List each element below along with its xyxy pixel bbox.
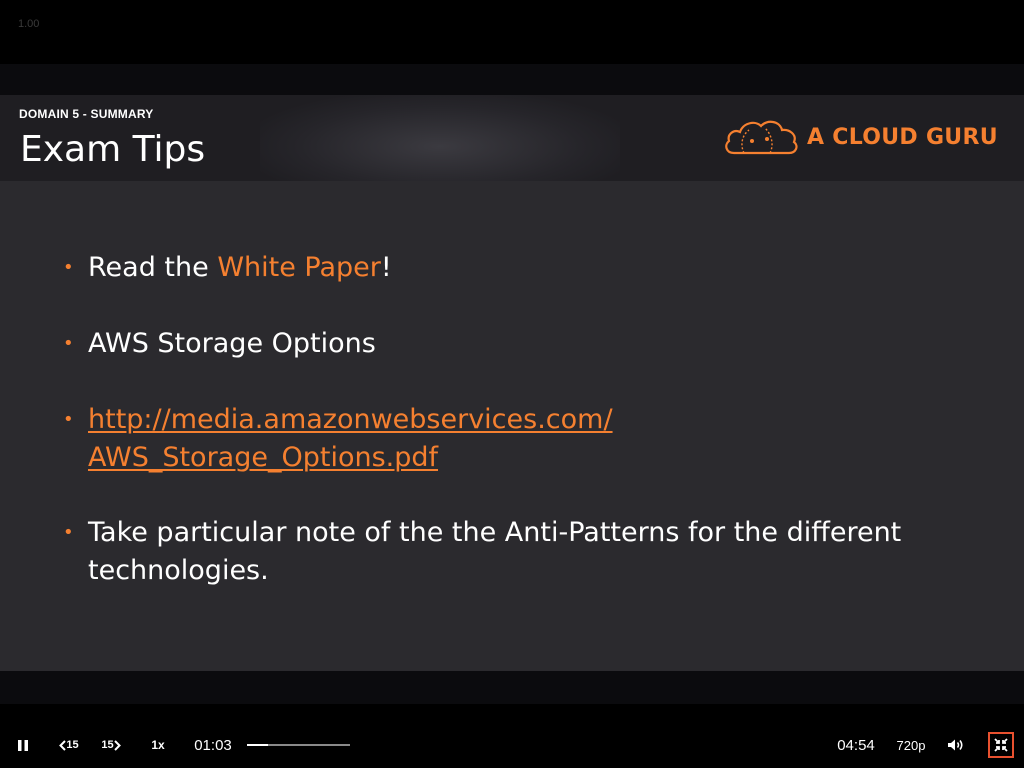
bullet-text-line1: Take particular note of the the Anti-Pat… (88, 517, 902, 548)
bullet-anti-patterns: • Take particular note of the the Anti-P… (63, 514, 968, 590)
slide: DOMAIN 5 - SUMMARY Exam Tips A CLOUD GUR… (0, 95, 1024, 671)
storage-options-link-line1[interactable]: http://media.amazonwebservices.com/ (88, 404, 613, 435)
progress-bar[interactable] (247, 744, 350, 746)
bullet-dot: • (63, 522, 74, 543)
pause-button[interactable] (12, 722, 34, 768)
exit-fullscreen-button[interactable] (988, 722, 1014, 768)
top-bar: 1.00 (0, 0, 1024, 64)
white-paper-highlight: White Paper (217, 252, 381, 283)
bullet-link: • http://media.amazonwebservices.com/ AW… (63, 401, 968, 477)
storage-options-link-line2[interactable]: AWS_Storage_Options.pdf (88, 442, 438, 473)
bullet-text-line2: technologies. (88, 555, 269, 586)
bullet-white-paper: • Read the White Paper! (63, 249, 968, 287)
exit-fullscreen-icon (994, 738, 1008, 752)
playback-speed-button[interactable]: 1x (146, 722, 170, 768)
bullet-dot: • (63, 409, 74, 430)
a-cloud-guru-logo: A CLOUD GURU (722, 117, 1012, 161)
forward-15-button[interactable]: 15 (98, 722, 124, 768)
bullet-text-end: ! (380, 252, 392, 283)
domain-label: DOMAIN 5 - SUMMARY (19, 107, 154, 121)
slide-header: DOMAIN 5 - SUMMARY Exam Tips A CLOUD GUR… (0, 95, 1024, 181)
player-controls: 15 15 1x 01:03 04:54 720p (0, 722, 1024, 768)
slide-title: Exam Tips (20, 129, 206, 170)
total-time: 04:54 (837, 736, 875, 754)
bullet-storage-options: • AWS Storage Options (63, 325, 968, 363)
bullet-text: Read the (88, 252, 218, 283)
exit-fullscreen-frame (988, 732, 1014, 758)
quality-button[interactable]: 720p (893, 722, 929, 768)
rewind-15-button[interactable]: 15 (56, 722, 82, 768)
cloud-logo-icon (725, 120, 798, 155)
forward-15-icon (113, 739, 121, 751)
bullet-text: AWS Storage Options (88, 328, 376, 359)
rewind-15-icon (59, 739, 67, 751)
volume-icon (948, 739, 963, 751)
volume-button[interactable] (944, 722, 968, 768)
pause-icon (18, 739, 28, 751)
progress-fill (247, 744, 268, 746)
zoom-level: 1.00 (18, 18, 40, 30)
logo-text: A CLOUD GURU (807, 125, 998, 150)
bullet-dot: • (63, 333, 74, 354)
bullet-dot: • (63, 257, 74, 278)
current-time: 01:03 (194, 736, 232, 754)
rewind-label: 15 (66, 739, 79, 751)
forward-label: 15 (101, 739, 114, 751)
